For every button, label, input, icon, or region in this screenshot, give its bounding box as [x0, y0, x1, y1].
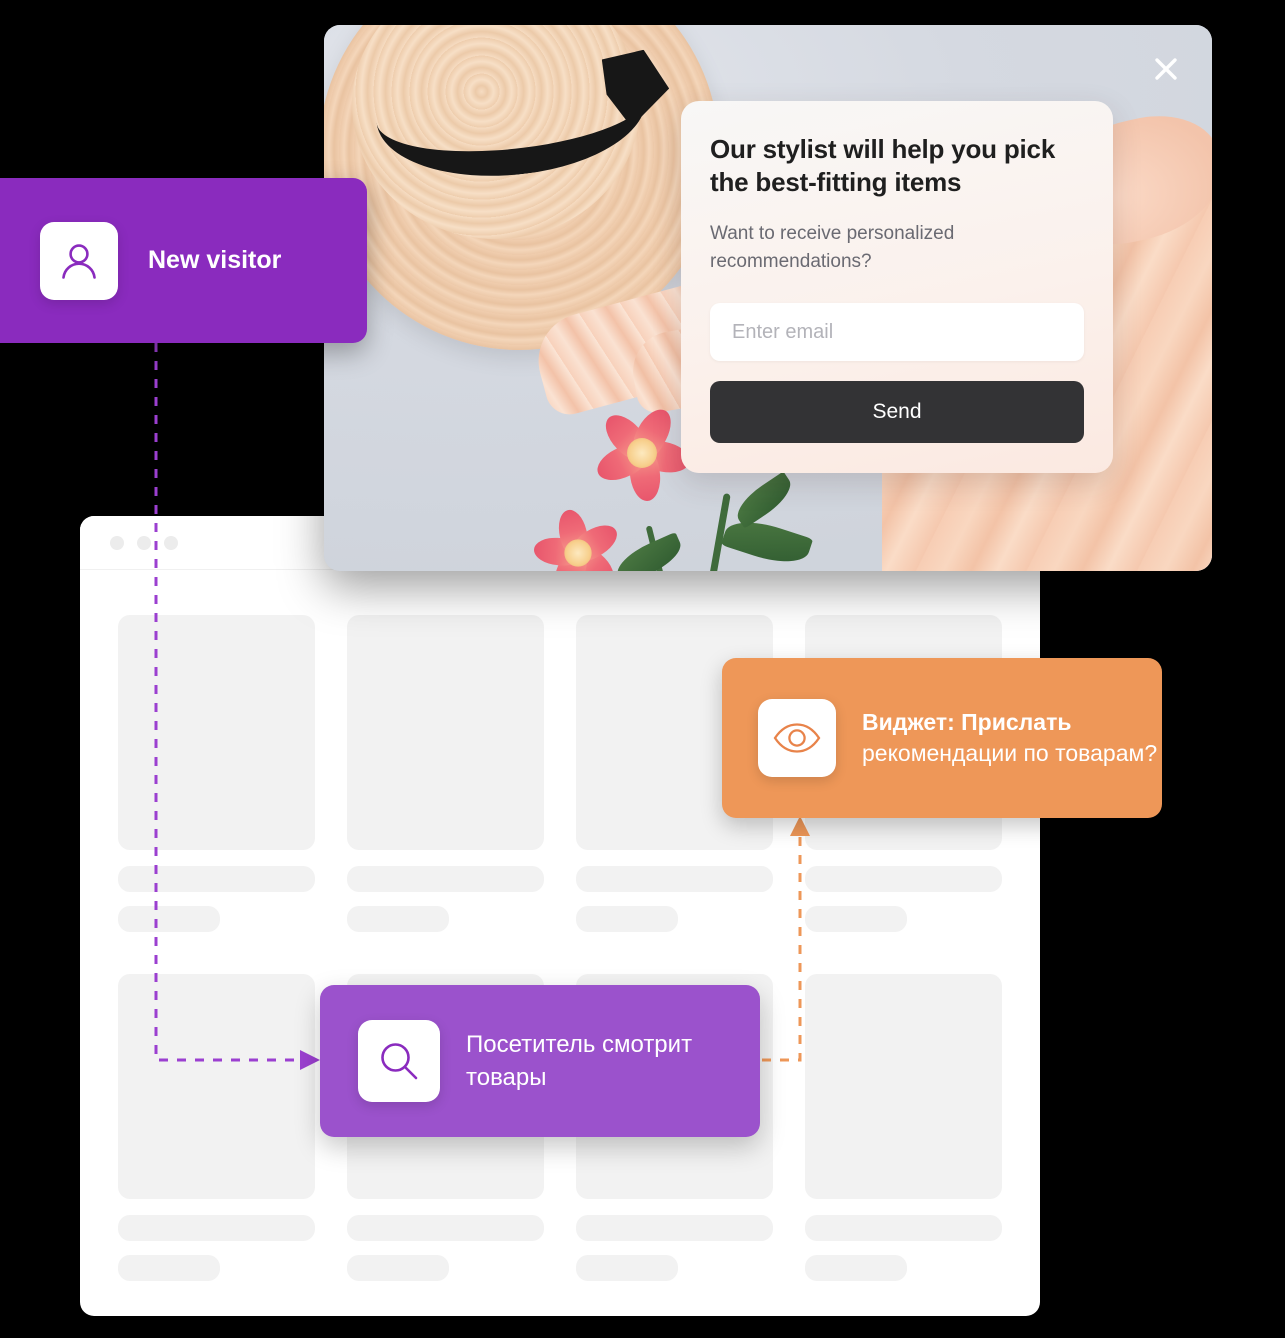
- annotation-new-visitor[interactable]: New visitor: [0, 178, 367, 343]
- product-image-placeholder: [118, 974, 315, 1199]
- stylist-widget-card: Our stylist will help you pick the best-…: [681, 101, 1113, 474]
- product-title-placeholder: [576, 1215, 773, 1241]
- product-image-placeholder: [347, 615, 544, 850]
- product-title-placeholder: [805, 866, 1002, 892]
- window-maximize-dot[interactable]: [164, 536, 178, 550]
- alstroemeria-flower: [530, 505, 627, 571]
- user-icon: [40, 221, 118, 300]
- product-title-placeholder: [118, 1215, 315, 1241]
- promo-popup: Our stylist will help you pick the best-…: [324, 25, 1212, 571]
- product-title-placeholder: [347, 866, 544, 892]
- annotation-label-bold: Виджет: Прислать: [862, 708, 1072, 735]
- email-input[interactable]: [710, 303, 1084, 362]
- annotation-label: Виджет: Прислать рекомендации по товарам…: [862, 707, 1162, 770]
- product-title-placeholder: [347, 1215, 544, 1241]
- product-card-skeleton[interactable]: [805, 974, 1002, 1281]
- annotation-widget-trigger[interactable]: Виджет: Прислать рекомендации по товарам…: [722, 658, 1162, 818]
- annotation-label: New visitor: [148, 246, 282, 274]
- close-icon[interactable]: [1146, 49, 1186, 89]
- browser-window: [80, 516, 1040, 1316]
- product-price-placeholder: [347, 1255, 450, 1281]
- alstroemeria-flower: [589, 400, 695, 506]
- product-card-skeleton[interactable]: [347, 615, 544, 932]
- window-minimize-dot[interactable]: [137, 536, 151, 550]
- product-price-placeholder: [576, 1255, 679, 1281]
- product-image-placeholder: [118, 615, 315, 850]
- product-title-placeholder: [118, 866, 315, 892]
- product-price-placeholder: [118, 906, 221, 932]
- product-title-placeholder: [805, 1215, 1002, 1241]
- search-icon: [358, 1020, 440, 1102]
- send-button[interactable]: Send: [710, 381, 1084, 444]
- product-title-placeholder: [576, 866, 773, 892]
- widget-subtitle: Want to receive personalized recommendat…: [710, 223, 955, 272]
- annotation-label-rest: рекомендации по товарам?: [862, 740, 1158, 766]
- widget-title: Our stylist will help you pick the best-…: [710, 134, 1056, 197]
- product-price-placeholder: [118, 1255, 221, 1281]
- product-price-placeholder: [805, 906, 908, 932]
- product-price-placeholder: [576, 906, 679, 932]
- annotation-browsing[interactable]: Посетитель смотрит товары: [320, 985, 760, 1137]
- screenshot-root: Our stylist will help you pick the best-…: [0, 0, 1285, 1338]
- eye-icon: [758, 699, 836, 777]
- window-close-dot[interactable]: [110, 536, 124, 550]
- product-price-placeholder: [805, 1255, 908, 1281]
- product-card-skeleton[interactable]: [118, 615, 315, 932]
- product-card-skeleton[interactable]: [118, 974, 315, 1281]
- product-image-placeholder: [805, 974, 1002, 1199]
- product-price-placeholder: [347, 906, 450, 932]
- window-traffic-lights: [110, 536, 178, 550]
- annotation-label: Посетитель смотрит товары: [466, 1030, 693, 1091]
